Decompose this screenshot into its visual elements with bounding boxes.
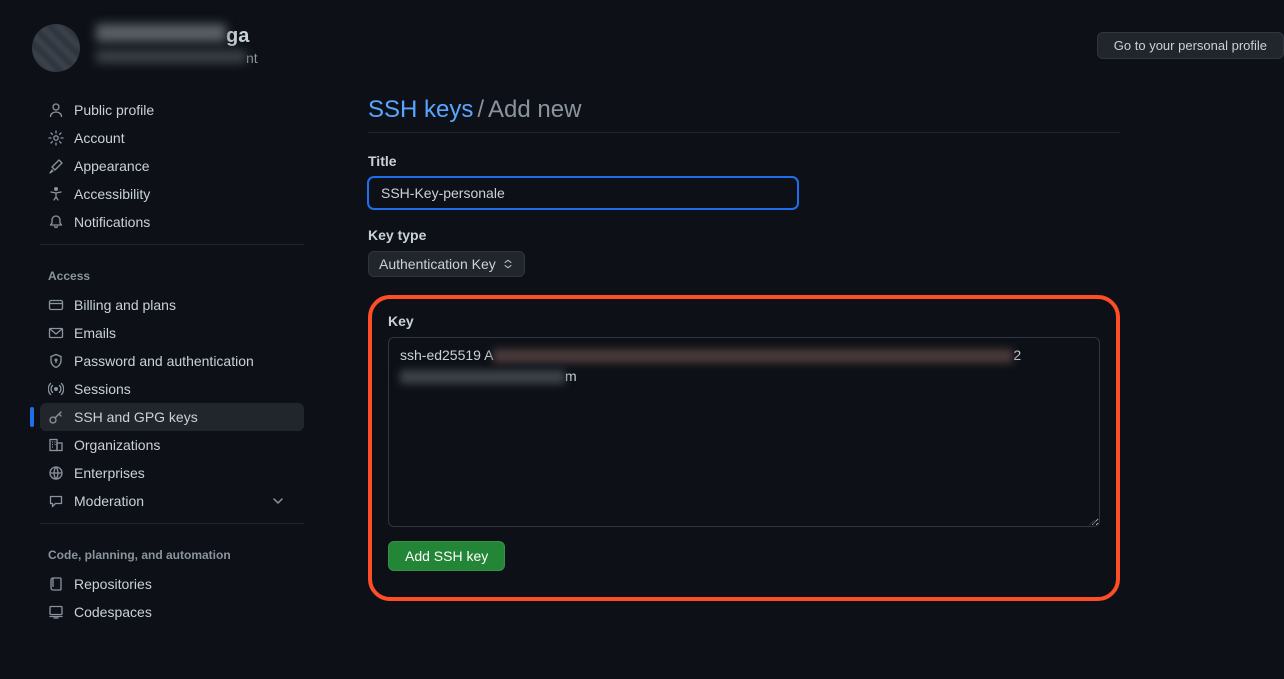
sidebar-item-repositories[interactable]: Repositories <box>40 570 304 598</box>
add-ssh-key-button[interactable]: Add SSH key <box>388 541 505 571</box>
sidebar-item-label: Repositories <box>74 576 152 592</box>
user-subtext: xxxxxxxxxxxxxxxxxnt <box>96 50 258 66</box>
sidebar-item-label: Billing and plans <box>74 297 176 313</box>
sidebar-item-emails[interactable]: Emails <box>40 319 304 347</box>
sidebar-item-ssh[interactable]: SSH and GPG keys <box>40 403 304 431</box>
user-display-name: xxxxxxxxxxxxxga <box>96 24 258 48</box>
shield-lock-icon <box>48 353 64 369</box>
key-textarea[interactable] <box>388 337 1100 527</box>
sidebar-item-appearance[interactable]: Appearance <box>40 152 304 180</box>
person-icon <box>48 102 64 118</box>
sidebar-item-account[interactable]: Account <box>40 124 304 152</box>
avatar[interactable] <box>32 24 80 72</box>
sidebar-item-accessibility[interactable]: Accessibility <box>40 180 304 208</box>
sidebar-group-access: Access <box>40 253 304 291</box>
sidebar-item-label: Sessions <box>74 381 131 397</box>
codespaces-icon <box>48 604 64 620</box>
paintbrush-icon <box>48 158 64 174</box>
sidebar-item-label: SSH and GPG keys <box>74 409 198 425</box>
sidebar-item-label: Public profile <box>74 102 154 118</box>
sidebar-item-password[interactable]: Password and authentication <box>40 347 304 375</box>
sidebar-item-label: Accessibility <box>74 186 150 202</box>
sidebar-item-enterprises[interactable]: Enterprises <box>40 459 304 487</box>
sidebar-item-codespaces[interactable]: Codespaces <box>40 598 304 626</box>
broadcast-icon <box>48 381 64 397</box>
bell-icon <box>48 214 64 230</box>
repo-icon <box>48 576 64 592</box>
title-label: Title <box>368 153 1120 169</box>
key-icon <box>48 409 64 425</box>
globe-icon <box>48 465 64 481</box>
key-highlight-box: Key ssh-ed25519 A2 m Add SSH key <box>368 295 1120 601</box>
title-input[interactable] <box>368 177 798 209</box>
sidebar-item-label: Emails <box>74 325 116 341</box>
keytype-label: Key type <box>368 227 1120 243</box>
sidebar-item-public-profile[interactable]: Public profile <box>40 96 304 124</box>
organization-icon <box>48 437 64 453</box>
sidebar-item-label: Enterprises <box>74 465 145 481</box>
sidebar-item-label: Notifications <box>74 214 150 230</box>
credit-card-icon <box>48 297 64 313</box>
accessibility-icon <box>48 186 64 202</box>
comment-icon <box>48 493 64 509</box>
personal-profile-button[interactable]: Go to your personal profile <box>1097 32 1284 59</box>
keytype-select[interactable]: Authentication Key <box>368 251 525 277</box>
sidebar-item-sessions[interactable]: Sessions <box>40 375 304 403</box>
sidebar-item-label: Codespaces <box>74 604 152 620</box>
gear-icon <box>48 130 64 146</box>
sidebar-item-label: Moderation <box>74 493 144 509</box>
page-title: SSH keys/Add new <box>368 96 1120 124</box>
sidebar-item-label: Password and authentication <box>74 353 254 369</box>
sidebar-group-code-planning-and-automation: Code, planning, and automation <box>40 532 304 570</box>
sidebar: Public profile Account Appearance Accessibi… <box>0 96 320 626</box>
breadcrumb-ssh-keys-link[interactable]: SSH keys <box>368 96 473 123</box>
sidebar-item-moderation[interactable]: Moderation <box>40 487 304 515</box>
chevron-down-icon <box>270 493 286 509</box>
sidebar-item-label: Account <box>74 130 125 146</box>
keytype-value: Authentication Key <box>379 256 496 272</box>
key-label: Key <box>388 313 1100 329</box>
sidebar-item-notifications[interactable]: Notifications <box>40 208 304 236</box>
sidebar-item-label: Organizations <box>74 437 160 453</box>
sidebar-item-label: Appearance <box>74 158 150 174</box>
sidebar-item-billing[interactable]: Billing and plans <box>40 291 304 319</box>
breadcrumb-current: Add new <box>488 96 581 123</box>
sidebar-item-organizations[interactable]: Organizations <box>40 431 304 459</box>
select-sort-icon <box>502 258 514 270</box>
mail-icon <box>48 325 64 341</box>
